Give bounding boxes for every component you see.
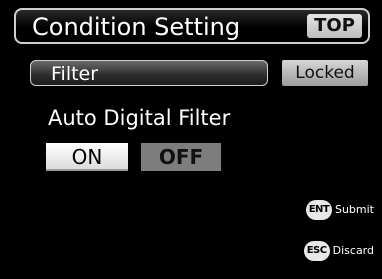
condition-setting-screen: Condition Setting TOP Filter Locked Auto… [0,0,382,279]
page-title: Condition Setting [32,13,241,41]
on-option-button[interactable]: ON [46,143,128,171]
auto-digital-filter-label: Auto Digital Filter [48,106,231,130]
off-option-button[interactable]: OFF [141,143,221,171]
title-bar: Condition Setting TOP [14,8,370,44]
filter-item[interactable]: Filter [30,60,268,86]
locked-badge: Locked [282,60,368,86]
submit-key-hint[interactable]: ENT Submit [305,200,374,220]
submit-label: Submit [334,203,374,216]
discard-key-hint[interactable]: ESC Discard [303,241,374,261]
esc-key-icon: ESC [303,241,330,261]
discard-label: Discard [332,244,374,257]
filter-label: Filter [51,63,99,85]
ent-key-icon: ENT [305,200,332,220]
top-button[interactable]: TOP [307,14,362,38]
